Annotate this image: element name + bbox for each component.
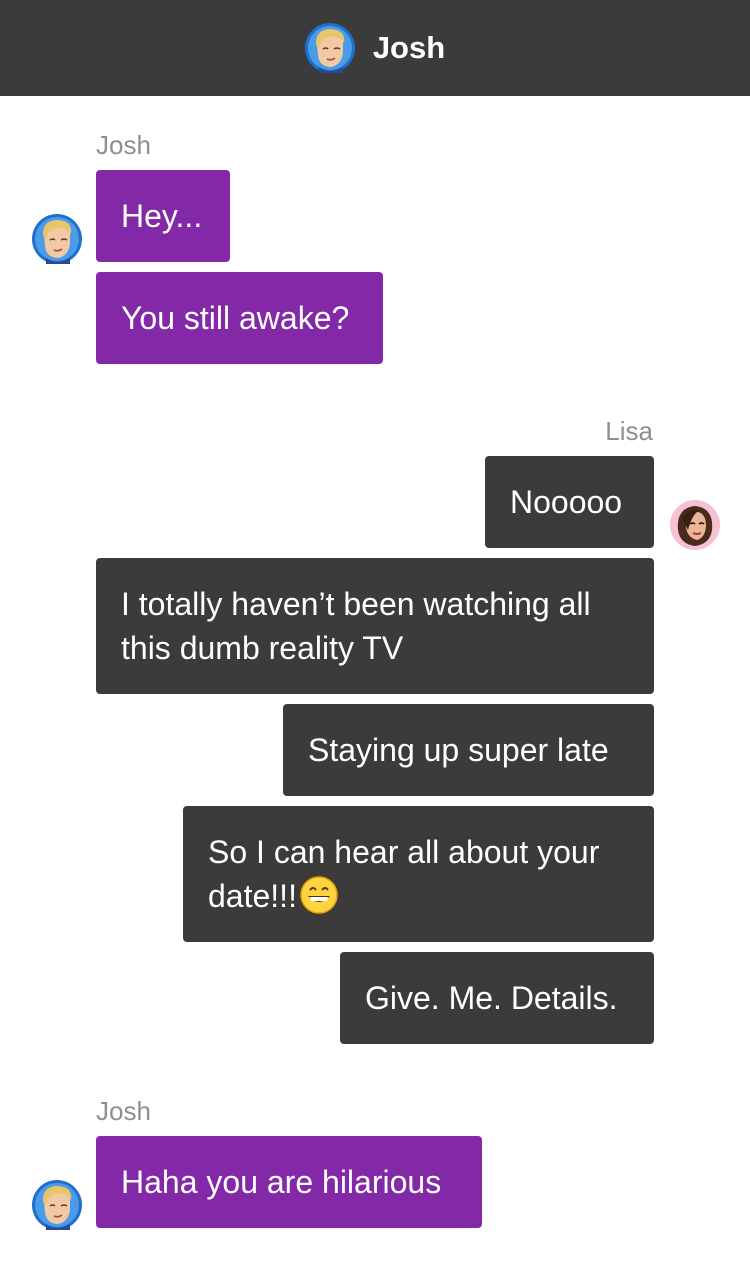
message-bubble[interactable]: Haha you are hilarious xyxy=(96,1136,482,1228)
lisa-avatar-icon[interactable] xyxy=(670,500,720,550)
sender-name: Josh xyxy=(96,130,151,160)
message-text: Hey... xyxy=(121,198,203,234)
chat-title: Josh xyxy=(372,30,446,65)
josh-avatar-icon[interactable] xyxy=(32,214,82,264)
josh-avatar-icon[interactable] xyxy=(32,1180,82,1230)
message-text: Give. Me. Details. xyxy=(365,980,618,1016)
message-bubble[interactable]: I totally haven’t been watching all this… xyxy=(96,558,654,694)
message-bubble[interactable]: So I can hear all about your date!!! xyxy=(183,806,654,942)
josh-avatar-icon[interactable] xyxy=(305,23,355,73)
sender-name: Josh xyxy=(96,1096,151,1126)
message-text: Staying up super late xyxy=(308,732,609,768)
message-bubble[interactable]: You still awake? xyxy=(96,272,383,364)
message-bubble[interactable]: Staying up super late xyxy=(283,704,654,796)
message-text: Nooooo xyxy=(510,484,623,520)
chat-header: Josh xyxy=(0,0,750,96)
message-text: I totally haven’t been watching all this… xyxy=(121,586,591,666)
message-bubble[interactable]: Give. Me. Details. xyxy=(340,952,654,1044)
sender-name: Lisa xyxy=(605,416,653,446)
message-text: You still awake? xyxy=(121,300,350,336)
message-bubble[interactable]: Nooooo xyxy=(485,456,654,548)
message-text: Haha you are hilarious xyxy=(121,1164,442,1200)
message-bubble[interactable]: Hey... xyxy=(96,170,230,262)
grinning-face-icon xyxy=(299,875,339,915)
message-text: So I can hear all about your date!!! xyxy=(208,834,600,914)
